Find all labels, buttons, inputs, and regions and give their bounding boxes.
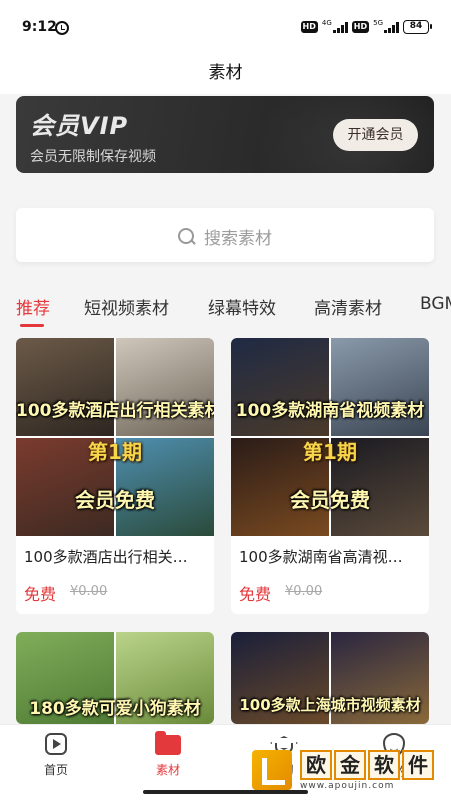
home-icon [45, 733, 67, 755]
watermark-char: 件 [402, 749, 434, 780]
open-membership-button[interactable]: 开通会员 [333, 119, 418, 151]
thumb-issue: 第1期 [303, 440, 357, 464]
tab-green-screen[interactable]: 绿幕特效 [208, 294, 276, 319]
network-type: 4G [321, 19, 332, 27]
watermark-name: 欧 金 软 件 [300, 749, 434, 780]
category-tabs: 推荐 短视频素材 绿幕特效 高清素材 BGM [0, 288, 451, 328]
nav-label: 素材 [155, 763, 180, 777]
thumb-member-free: 会员免费 [290, 488, 370, 512]
folder-icon [155, 731, 181, 755]
material-card[interactable]: 180多款可爱小狗素材 [16, 632, 214, 724]
tab-recommended[interactable]: 推荐 [16, 294, 50, 319]
search-placeholder: 搜索素材 [204, 229, 272, 249]
thumb-issue: 第1期 [88, 440, 142, 464]
nav-materials[interactable]: 素材 [128, 731, 208, 778]
vip-banner[interactable]: 会员VIP 会员无限制保存视频 开通会员 [16, 96, 434, 173]
page-title: 素材 [208, 63, 243, 83]
watermark-logo-icon [252, 750, 292, 790]
signal-icon [332, 21, 348, 33]
active-tab-indicator [20, 324, 44, 327]
free-label: 免费 [24, 585, 57, 604]
card-title: 100多款酒店出行相关… [24, 548, 188, 566]
tab-hd-material[interactable]: 高清素材 [314, 294, 382, 319]
home-indicator [143, 790, 308, 794]
vip-subtitle: 会员无限制保存视频 [30, 149, 156, 165]
thumb-member-free: 会员免费 [75, 488, 155, 512]
search-input[interactable]: 搜索素材 [16, 208, 434, 262]
vip-title: 会员VIP [30, 112, 129, 140]
battery-icon: 84 [403, 20, 432, 34]
watermark-char: 欧 [300, 749, 332, 780]
card-thumbnail: 100多款湖南省视频素材 第1期 会员免费 [231, 338, 429, 536]
card-thumbnail: 180多款可爱小狗素材 [16, 632, 214, 724]
watermark-char: 金 [334, 749, 366, 780]
thumb-headline: 100多款湖南省视频素材 [235, 401, 425, 421]
material-card[interactable]: 100多款上海城市视频素材 [231, 632, 429, 724]
nav-label: 首页 [43, 763, 68, 777]
watermark-url: www.apoujin.com [300, 780, 395, 791]
original-price: ¥0.00 [70, 584, 108, 599]
thumb-headline: 180多款可爱小狗素材 [29, 699, 201, 719]
search-icon [178, 227, 196, 246]
tab-bgm[interactable]: BGM [420, 294, 451, 314]
hd-badge: HD [300, 21, 318, 33]
alarm-icon [55, 21, 69, 35]
watermark-char: 软 [368, 749, 400, 780]
nav-home[interactable]: 首页 [16, 733, 96, 778]
thumb-headline: 100多款上海城市视频素材 [239, 696, 421, 714]
watermark: 欧 金 软 件 www.apoujin.com [252, 746, 444, 794]
card-title: 100多款湖南省高清视… [239, 548, 403, 566]
status-bar: 9:12 HD 4G HD 5G 84 [0, 0, 451, 44]
hd-badge: HD [351, 21, 370, 33]
free-label: 免费 [239, 585, 272, 604]
app-header: 素材 [0, 44, 451, 94]
network-type: 5G [373, 19, 383, 27]
card-thumbnail: 100多款酒店出行相关素材 第1期 会员免费 [16, 338, 214, 536]
card-thumbnail: 100多款上海城市视频素材 [231, 632, 429, 724]
tab-short-video[interactable]: 短视频素材 [84, 294, 169, 319]
material-card[interactable]: 100多款湖南省视频素材 第1期 会员免费 100多款湖南省高清视… 免费 ¥0… [231, 338, 429, 614]
signal-icon [384, 21, 399, 33]
material-card[interactable]: 100多款酒店出行相关素材 第1期 会员免费 100多款酒店出行相关… 免费 ¥… [16, 338, 214, 614]
status-time: 9:12 [22, 19, 57, 35]
thumb-headline: 100多款酒店出行相关素材 [16, 401, 214, 421]
status-indicators: HD 4G HD 5G 84 [300, 19, 432, 34]
original-price: ¥0.00 [285, 584, 323, 599]
